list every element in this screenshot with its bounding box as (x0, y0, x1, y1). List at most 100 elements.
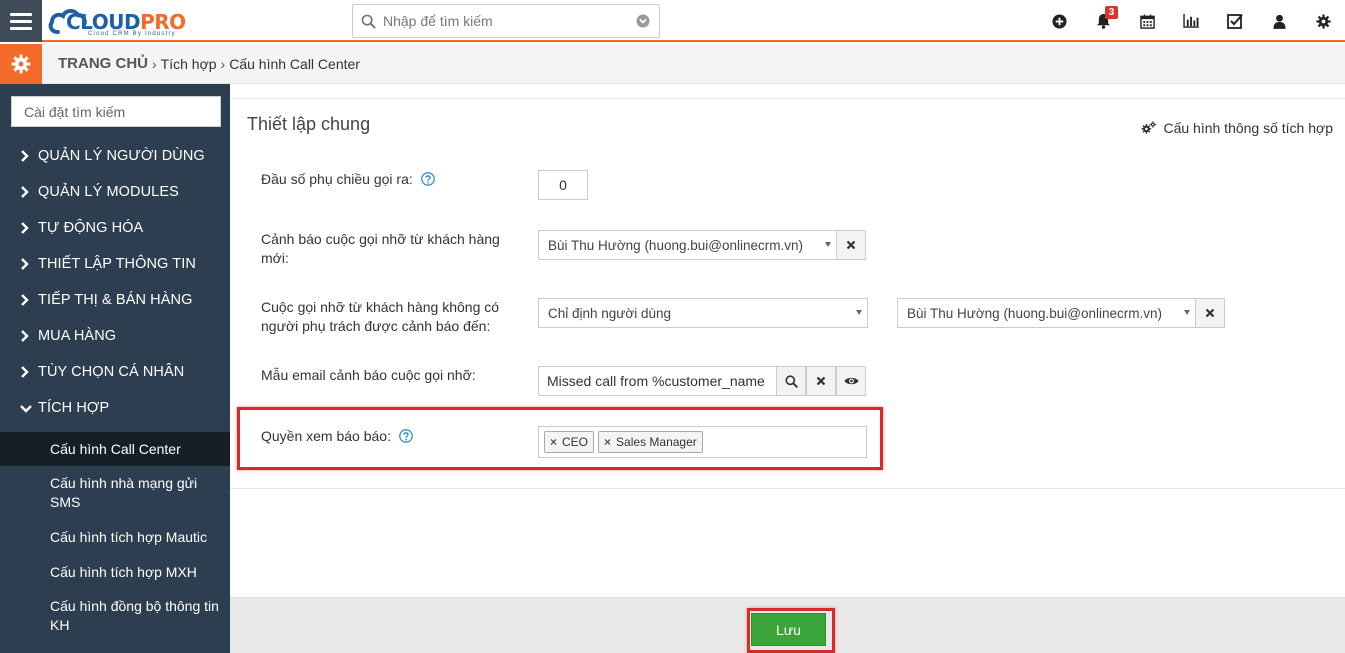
eye-icon (843, 377, 859, 385)
chevron-right-icon (20, 294, 38, 306)
gear-icon[interactable] (1301, 0, 1345, 42)
divider (230, 98, 1345, 99)
sidebar-item-label: QUẢN LÝ MODULES (38, 184, 179, 200)
missed-unassigned-label: Cuộc gọi nhỡ từ khách hàng không có ngườ… (261, 299, 500, 334)
selected-value: Bùi Thu Hường (huong.bui@onlinecrm.vn) (548, 237, 803, 253)
prefix-label: Đầu số phụ chiều gọi ra: (261, 170, 435, 189)
sidebar-item-module-management[interactable]: QUẢN LÝ MODULES (0, 174, 230, 210)
sidebar-subitem-customer-sync[interactable]: Cấu hình đồng bộ thông tin KH (0, 590, 230, 642)
sidebar-subitem-label: Cấu hình tích hợp MXH (50, 564, 197, 580)
sidebar-menu: QUẢN LÝ NGƯỜI DÙNG QUẢN LÝ MODULES TỰ ĐỘ… (0, 138, 230, 642)
sidebar-item-integration[interactable]: TÍCH HỢP (0, 390, 230, 426)
sidebar-subitem-mautic[interactable]: Cấu hình tích hợp Mautic (0, 520, 230, 555)
chevron-down-icon (20, 404, 38, 413)
tag-label: CEO (562, 435, 589, 449)
prefix-label-text: Đầu số phụ chiều gọi ra: (261, 171, 413, 187)
settings-search-input[interactable] (11, 96, 221, 127)
sidebar-item-label: QUẢN LÝ NGƯỜI DÙNG (38, 148, 205, 164)
chevron-right-icon (20, 186, 38, 198)
close-icon (816, 376, 826, 386)
plus-circle-icon[interactable] (1037, 0, 1081, 42)
search-icon (784, 374, 798, 388)
sidebar-subitem-label: Cấu hình Call Center (50, 440, 181, 457)
help-icon[interactable] (420, 172, 435, 186)
search-dropdown-icon[interactable] (627, 14, 659, 28)
sidebar-item-label: THIẾT LẬP THÔNG TIN (38, 256, 196, 272)
notify-user-select[interactable]: Bùi Thu Hường (huong.bui@onlinecrm.vn) (897, 298, 1196, 328)
integration-config-link[interactable]: Cấu hình thông số tích hợp (1141, 120, 1333, 136)
sidebar-item-label: TIẾP THỊ & BÁN HÀNG (38, 292, 193, 308)
email-template-input[interactable] (538, 366, 777, 396)
sidebar-item-personal-options[interactable]: TÙY CHỌN CÁ NHÂN (0, 354, 230, 390)
settings-gear-icon[interactable] (0, 43, 42, 84)
hamburger-menu-icon[interactable] (0, 0, 42, 42)
missed-new-label: Cảnh báo cuộc gọi nhỡ từ khách hàng mới: (261, 231, 500, 266)
sidebar-subitem-label: Cấu hình nhà mạng gửi SMS (50, 475, 198, 510)
sidebar-subitem-sms-provider[interactable]: Cấu hình nhà mạng gửi SMS (0, 466, 230, 520)
section-title: Thiết lập chung (247, 114, 371, 134)
divider (230, 488, 1345, 489)
cogs-icon (1142, 121, 1157, 134)
sidebar-item-automation[interactable]: TỰ ĐỘNG HÓA (0, 210, 230, 246)
integration-config-label: Cấu hình thông số tích hợp (1163, 120, 1333, 136)
breadcrumb-bar: TRANG CHỦ › Tích hợp › Cấu hình Call Cen… (0, 43, 1345, 84)
sidebar-subitem-call-center[interactable]: Cấu hình Call Center (0, 432, 230, 466)
caret-down-icon (825, 242, 831, 247)
sidebar-subitem-social[interactable]: Cấu hình tích hợp MXH (0, 555, 230, 590)
prefix-input[interactable] (538, 170, 588, 200)
global-search-input[interactable] (383, 13, 627, 29)
email-template-label: Mẫu email cảnh báo cuộc gọi nhỡ: (261, 367, 476, 383)
sidebar-subitem-label: Cấu hình tích hợp Mautic (50, 529, 208, 545)
sidebar-item-label: MUA HÀNG (38, 328, 117, 344)
calendar-icon[interactable] (1125, 0, 1169, 42)
search-icon (353, 14, 383, 29)
clear-button[interactable] (1195, 298, 1225, 328)
sidebar-item-marketing-sales[interactable]: TIẾP THỊ & BÁN HÀNG (0, 282, 230, 318)
remove-tag-icon[interactable]: × (604, 435, 611, 449)
help-icon[interactable] (399, 429, 413, 443)
search-template-button[interactable] (776, 366, 806, 396)
caret-down-icon (856, 310, 862, 315)
sidebar: QUẢN LÝ NGƯỜI DÙNG QUẢN LÝ MODULES TỰ ĐỘ… (0, 84, 230, 653)
breadcrumb-home[interactable]: TRANG CHỦ (58, 55, 148, 72)
sidebar-item-label: TÍCH HỢP (38, 400, 110, 416)
missed-new-user-select[interactable]: Bùi Thu Hường (huong.bui@onlinecrm.vn) (538, 230, 837, 260)
sidebar-item-info-settings[interactable]: THIẾT LẬP THÔNG TIN (0, 246, 230, 282)
main-content: Thiết lập chung Cấu hình thông số tích h… (230, 84, 1345, 597)
breadcrumb-separator: › (152, 55, 157, 72)
bar-chart-icon[interactable] (1169, 0, 1213, 42)
sidebar-item-purchasing[interactable]: MUA HÀNG (0, 318, 230, 354)
breadcrumb-integration[interactable]: Tích hợp (161, 56, 217, 72)
chevron-right-icon (20, 258, 38, 270)
sidebar-item-user-management[interactable]: QUẢN LÝ NGƯỜI DÙNG (0, 138, 230, 174)
sidebar-item-label: TÙY CHỌN CÁ NHÂN (38, 364, 185, 380)
brand-logo[interactable]: CLOUDPRO Cloud CRM By Industry (48, 4, 200, 38)
tag-ceo: × CEO (544, 431, 595, 453)
chevron-right-icon (20, 330, 38, 342)
clear-template-button[interactable] (806, 366, 836, 396)
bell-icon[interactable]: 3 (1081, 0, 1125, 42)
top-navbar: CLOUDPRO Cloud CRM By Industry 3 (0, 0, 1345, 42)
breadcrumb-current: Cấu hình Call Center (229, 55, 360, 72)
selected-value: Chỉ định người dùng (548, 305, 671, 321)
form-footer: Lưu (230, 597, 1345, 653)
notification-badge: 3 (1105, 6, 1118, 19)
preview-template-button[interactable] (836, 366, 866, 396)
brand-tagline: Cloud CRM By Industry (88, 31, 176, 37)
breadcrumb: TRANG CHỦ › Tích hợp › Cấu hình Call Cen… (58, 55, 360, 72)
chevron-right-icon (20, 366, 38, 378)
clear-button[interactable] (836, 230, 866, 260)
user-icon[interactable] (1257, 0, 1301, 42)
close-icon (846, 240, 856, 250)
report-view-tag-input[interactable]: × CEO × Sales Manager (538, 426, 867, 458)
selected-value: Bùi Thu Hường (huong.bui@onlinecrm.vn) (907, 305, 1162, 321)
tag-label: Sales Manager (616, 435, 697, 449)
notify-mode-select[interactable]: Chỉ định người dùng (538, 298, 868, 328)
chevron-right-icon (20, 150, 38, 162)
checkbox-icon[interactable] (1213, 0, 1257, 42)
caret-down-icon (1184, 310, 1190, 315)
save-button[interactable]: Lưu (751, 613, 826, 646)
remove-tag-icon[interactable]: × (550, 435, 557, 449)
global-search (352, 4, 660, 38)
report-view-label-text: Quyền xem báo báo: (261, 428, 391, 444)
